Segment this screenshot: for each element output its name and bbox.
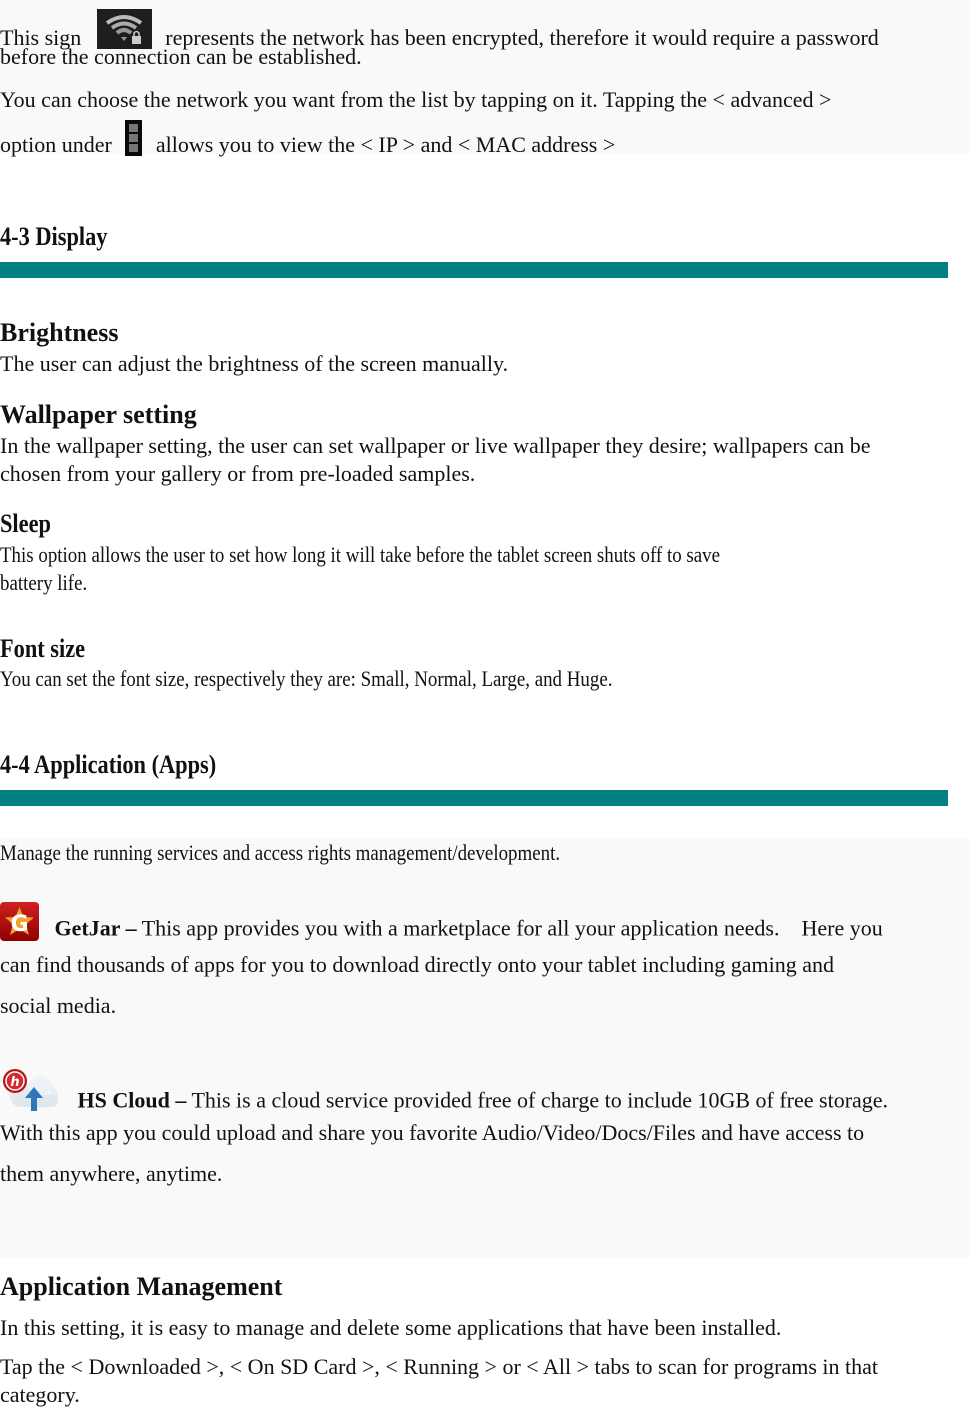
getjar-desc: This app provides you with a marketplace… [141,915,883,941]
section-divider-bar [0,790,948,806]
app-management-text-1: In this setting, it is easy to manage an… [0,1315,782,1340]
apps-intro: Manage the running services and access r… [0,840,561,865]
wallpaper-title: Wallpaper setting [0,400,197,429]
hscloud-line-2: With this app you could upload and share… [0,1120,865,1145]
section-divider-bar [0,262,948,278]
app-management-text-3: category. [0,1382,80,1407]
wifi-line-4: option under allows you to view the < IP… [0,120,616,168]
font-size-text: You can set the font size, respectively … [0,666,613,691]
overflow-menu-icon [125,120,143,162]
section-heading-apps: 4-4 Application (Apps) [0,750,217,779]
brightness-text: The user can adjust the brightness of th… [0,351,509,376]
svg-text:G: G [10,912,28,937]
hscloud-name: HS Cloud – [77,1087,187,1113]
sleep-title: Sleep [0,509,51,538]
wifi-line-3: You can choose the network you want from… [0,87,832,112]
hscloud-line-3: them anywhere, anytime. [0,1161,223,1186]
apps-info-box [0,838,970,1257]
app-management-title: Application Management [0,1272,283,1301]
getjar-icon: G [0,902,39,947]
sleep-text-1: This option allows the user to set how l… [0,542,721,567]
wallpaper-text-2: chosen from your gallery or from pre-loa… [0,461,476,486]
hscloud-desc: This is a cloud service provided free of… [191,1087,889,1113]
hs-cloud-icon: h [0,1067,60,1118]
getjar-name: GetJar – [54,915,137,941]
section-heading-display: 4-3 Display [0,222,108,251]
wifi-line-4-pre: option under [0,132,112,158]
getjar-line-3: social media. [0,993,117,1018]
sleep-text-2: battery life. [0,570,88,595]
getjar-line-2: can find thousands of apps for you to do… [0,952,835,977]
getjar-line-1: G GetJar – This app provides you with a … [0,902,883,953]
brightness-title: Brightness [0,318,119,347]
wifi-line-2: before the connection can be established… [0,44,362,69]
wallpaper-text-1: In the wallpaper setting, the user can s… [0,433,871,458]
font-size-title: Font size [0,634,86,663]
app-management-text-2: Tap the < Downloaded >, < On SD Card >, … [0,1354,878,1379]
wifi-line-4-post: allows you to view the < IP > and < MAC … [155,132,616,158]
svg-text:h: h [10,1075,19,1090]
